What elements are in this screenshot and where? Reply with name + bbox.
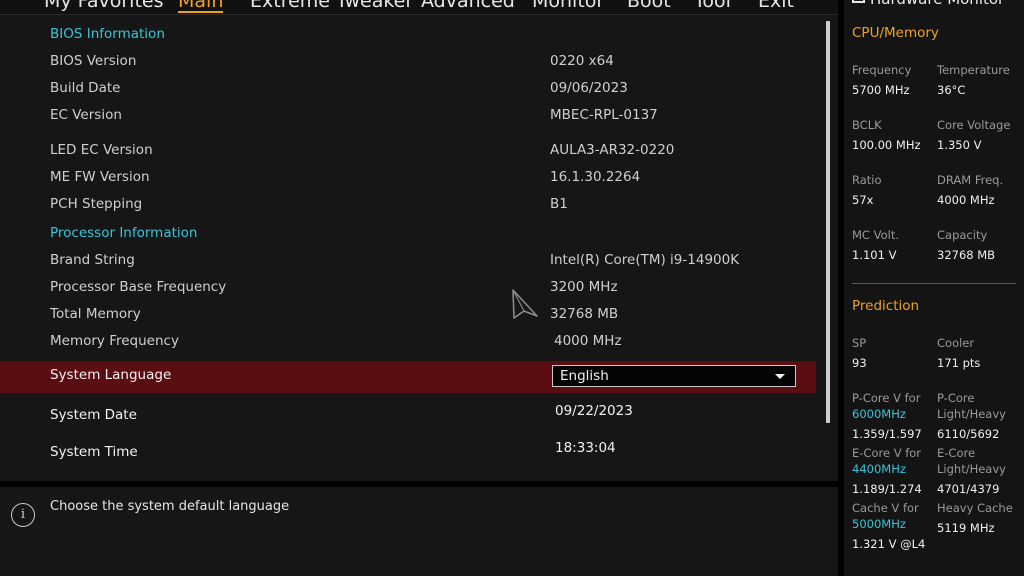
system-date-value[interactable]: 09/22/2023 (555, 403, 633, 419)
memory-frequency-value: 4000 MHz (554, 333, 622, 349)
frequency-value: 5700 MHz (852, 83, 910, 97)
tab-boot[interactable]: Boot (627, 0, 671, 12)
capacity-label: Capacity (937, 228, 988, 242)
cache-v-freq: 5000MHz (852, 517, 906, 531)
pcore-v-label: P-Core V for (852, 391, 921, 405)
memory-frequency-label: Memory Frequency (50, 333, 179, 349)
build-date-label: Build Date (50, 80, 121, 96)
tab-main[interactable]: Main (178, 0, 224, 13)
led-ec-version-label: LED EC Version (50, 142, 153, 158)
pcore-v-value: 1.359/1.597 (852, 427, 922, 441)
ecore-v-value: 1.189/1.274 (852, 482, 922, 496)
total-memory-value: 32768 MB (550, 306, 619, 322)
ecore-v-label: E-Core V for (852, 446, 922, 460)
bios-version-value: 0220 x64 (550, 53, 614, 69)
hardware-monitor-title-text: Hardware Monitor (870, 0, 1004, 8)
me-fw-version-label: ME FW Version (50, 169, 150, 185)
me-fw-version-value: 16.1.30.2264 (550, 169, 641, 185)
help-bar: i Choose the system default language (0, 487, 838, 576)
ecore-lh-label-2: Light/Heavy (937, 462, 1006, 476)
prediction-title: Prediction (852, 298, 920, 314)
cooler-value: 171 pts (937, 356, 981, 370)
led-ec-version-value: AULA3-AR32-0220 (550, 142, 675, 158)
cache-v-value: 1.321 V @L4 (852, 537, 926, 551)
hardware-monitor-title: Hardware Monitor (852, 0, 1004, 8)
tab-my-favorites[interactable]: My Favorites (44, 0, 164, 12)
tab-tool[interactable]: Tool (694, 0, 731, 12)
tab-advanced[interactable]: Advanced (421, 0, 515, 12)
mc-volt-label: MC Volt. (852, 228, 899, 242)
heavy-cache-value: 5119 MHz (937, 521, 995, 535)
top-nav: My Favorites Main Extreme Tweaker Advanc… (0, 0, 838, 14)
total-memory-label: Total Memory (50, 306, 141, 322)
pcore-lh-value: 6110/5692 (937, 427, 1000, 441)
help-text: Choose the system default language (50, 499, 290, 514)
temperature-value: 36°C (937, 83, 966, 97)
capacity-value: 32768 MB (937, 248, 996, 262)
system-language-label: System Language (50, 367, 172, 383)
scrollbar[interactable] (826, 21, 830, 423)
tab-extreme-tweaker[interactable]: Extreme Tweaker (250, 0, 413, 12)
sp-value: 93 (852, 356, 867, 370)
ratio-value: 57x (852, 193, 874, 207)
system-language-dropdown[interactable]: English (552, 365, 796, 387)
brand-string-value: Intel(R) Core(TM) i9-14900K (550, 252, 740, 268)
dram-freq-value: 4000 MHz (937, 193, 995, 207)
dropdown-caret-icon (775, 374, 785, 379)
pch-stepping-label: PCH Stepping (50, 196, 143, 212)
pch-stepping-value: B1 (550, 196, 568, 212)
pcore-lh-label-2: Light/Heavy (937, 407, 1006, 421)
processor-information-title: Processor Information (50, 225, 198, 241)
pcore-lh-label: P-Core (937, 391, 975, 405)
processor-base-frequency-value: 3200 MHz (550, 279, 618, 295)
info-icon: i (11, 503, 35, 527)
bios-information-title: BIOS Information (50, 26, 165, 42)
hw-divider (852, 283, 1016, 284)
ecore-lh-value: 4701/4379 (937, 482, 1000, 496)
ec-version-value: MBEC-RPL-0137 (550, 107, 658, 123)
brand-string-label: Brand String (50, 252, 135, 268)
mouse-cursor-icon (512, 289, 538, 319)
cpu-memory-title: CPU/Memory (852, 25, 939, 41)
build-date-value: 09/06/2023 (550, 80, 628, 96)
cache-v-label: Cache V for (852, 501, 919, 515)
hardware-monitor-panel: Hardware Monitor CPU/Memory Frequency 57… (838, 0, 1024, 576)
tab-monitor[interactable]: Monitor (532, 0, 604, 12)
system-time-label: System Time (50, 444, 138, 460)
core-voltage-label: Core Voltage (937, 118, 1011, 132)
bios-version-label: BIOS Version (50, 53, 137, 69)
ratio-label: Ratio (852, 173, 882, 187)
system-language-value: English (560, 368, 609, 384)
main-panel: BIOS Information BIOS Version 0220 x64 B… (0, 15, 838, 481)
ecore-lh-label: E-Core (937, 446, 976, 460)
bclk-label: BCLK (852, 118, 882, 132)
heavy-cache-label: Heavy Cache (937, 501, 1013, 515)
dram-freq-label: DRAM Freq. (937, 173, 1004, 187)
ecore-v-freq: 4400MHz (852, 462, 906, 476)
pcore-v-freq: 6000MHz (852, 407, 906, 421)
monitor-icon (852, 0, 865, 3)
mc-volt-value: 1.101 V (852, 248, 897, 262)
temperature-label: Temperature (937, 63, 1010, 77)
tab-exit[interactable]: Exit (758, 0, 794, 12)
cooler-label: Cooler (937, 336, 975, 350)
system-date-label: System Date (50, 407, 137, 423)
frequency-label: Frequency (852, 63, 912, 77)
ec-version-label: EC Version (50, 107, 122, 123)
core-voltage-value: 1.350 V (937, 138, 982, 152)
system-time-value[interactable]: 18:33:04 (555, 440, 616, 456)
bclk-value: 100.00 MHz (852, 138, 921, 152)
sp-label: SP (852, 336, 867, 350)
processor-base-frequency-label: Processor Base Frequency (50, 279, 227, 295)
